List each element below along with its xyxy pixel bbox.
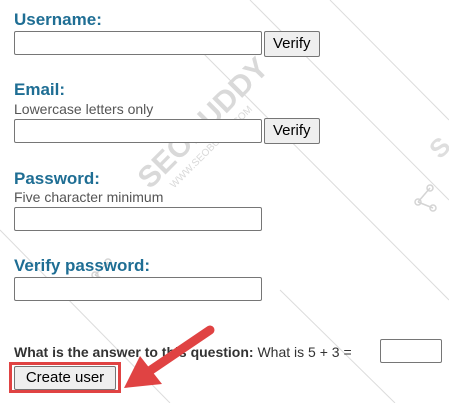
email-label: Email:	[14, 80, 66, 99]
email-hint: Lowercase letters only	[14, 101, 154, 117]
captcha-answer-input[interactable]	[380, 339, 442, 363]
username-verify-button[interactable]: Verify	[264, 31, 320, 57]
signup-form-page: SEOBUDDY WWW.SEOBUDDY.COM S Username: Ve…	[0, 0, 449, 403]
email-input[interactable]	[14, 119, 262, 143]
password-label: Password:	[14, 169, 100, 188]
captcha-question-text: What is 5 + 3 =	[257, 344, 352, 360]
password-input[interactable]	[14, 207, 262, 231]
captcha-question-label: What is the answer to this question:	[14, 344, 254, 360]
verify-password-input[interactable]	[14, 277, 262, 301]
password-hint: Five character minimum	[14, 189, 164, 205]
captcha-question: What is the answer to this question: Wha…	[14, 344, 352, 360]
email-verify-button[interactable]: Verify	[264, 118, 320, 144]
create-user-button[interactable]: Create user	[14, 366, 116, 390]
watermark-url: WWW.SEOBUDDY.COM	[168, 104, 255, 191]
username-input[interactable]	[14, 31, 262, 55]
username-label: Username:	[14, 10, 102, 29]
red-arrow-icon	[124, 325, 215, 388]
svg-text:S: S	[423, 131, 449, 164]
verify-password-label: Verify password:	[14, 256, 151, 275]
